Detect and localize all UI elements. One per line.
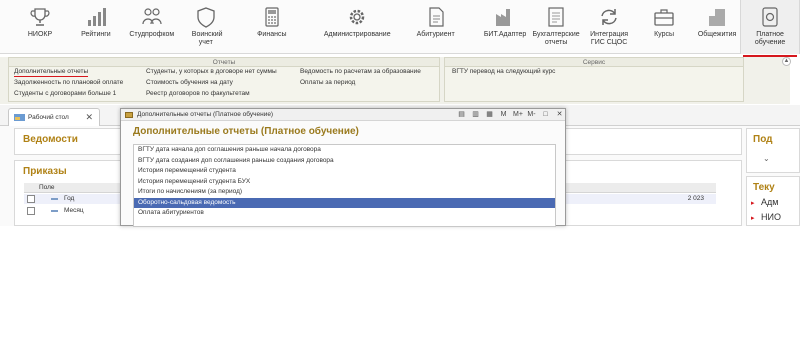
row-checkbox[interactable] [27, 207, 35, 215]
people-icon [142, 8, 162, 25]
bullet-icon: ▸ [751, 215, 755, 222]
list-item[interactable]: ВГТУ дата создания доп соглашения раньше… [134, 156, 555, 167]
section-accounting[interactable]: Бухгалтерские отчеты [528, 0, 584, 54]
section-military[interactable]: Воинский учет [191, 0, 223, 54]
section-dorms[interactable]: Общежития [694, 0, 740, 54]
report-icon [548, 7, 564, 27]
briefcase-icon [654, 9, 674, 26]
form-icon [125, 112, 133, 118]
dialog-titlebar: Дополнительные отчеты (Платное обучение)… [121, 109, 565, 121]
cmd-students-contracts[interactable]: Студенты с договорами больше 1 [14, 90, 116, 97]
field-marker-icon [51, 210, 58, 212]
cmd-settlement-statement[interactable]: Ведомость по расчетам за образование [300, 68, 421, 75]
dialog-heading: Дополнительные отчеты (Платное обучение) [133, 126, 359, 137]
shield-icon [197, 7, 215, 28]
additional-reports-dialog: Дополнительные отчеты (Платное обучение)… [120, 108, 566, 227]
service-group: Сервис [444, 57, 744, 102]
cmd-debt-planned[interactable]: Задолженность по плановой оплате [14, 79, 123, 86]
prikazy-title[interactable]: Приказы [23, 166, 67, 177]
right-list-item[interactable]: Адм [761, 197, 778, 207]
list-item[interactable]: История перемещений студента [134, 166, 555, 177]
list-item[interactable]: Оплата абитуриентов [134, 208, 555, 219]
dialog-title: Дополнительные отчеты (Платное обучение) [137, 111, 274, 118]
list-item[interactable]: ВГТУ дата начала доп соглашения раньше н… [134, 145, 555, 156]
field-marker-icon [51, 198, 58, 200]
building-icon [709, 9, 726, 26]
section-label: Курсы [654, 31, 675, 38]
sections-panel: НИОКР Рейтинги Студпрофком Воинский учет… [0, 0, 800, 57]
tab-label: Рабочий стол [28, 114, 69, 121]
section-label: Интеграция ГИС СЦОС [590, 31, 629, 46]
trophy-icon [30, 8, 50, 26]
bar-chart-icon [87, 8, 106, 26]
row-label: Год [64, 195, 75, 202]
list-item[interactable]: Итоги по начислениям (за период) [134, 187, 555, 198]
bullet-icon: ▸ [751, 200, 755, 207]
reports-group-header: Отчеты [9, 58, 439, 67]
scroll-up-icon[interactable]: ▲ [782, 57, 791, 66]
section-label: Администрирование [323, 31, 391, 38]
section-label: Абитуриент [416, 31, 455, 38]
right-panel-top: Под ⌄ [746, 128, 800, 173]
right-list-item[interactable]: НИО [761, 212, 781, 222]
close-icon[interactable]: ✕ [555, 110, 564, 119]
section-ratings[interactable]: Рейтинги [80, 0, 112, 54]
tab-desktop[interactable]: Рабочий стол ✕ [8, 108, 100, 126]
calc-icon[interactable]: ▦ [485, 110, 494, 119]
cmd-no-sum[interactable]: Студенты, у которых в договоре нет суммы [146, 68, 277, 75]
desktop-icon [14, 114, 25, 121]
section-abiturient[interactable]: Абитуриент [389, 0, 482, 54]
grid-column-field[interactable]: Поле [39, 184, 55, 191]
section-niokr[interactable]: НИОКР [0, 0, 80, 54]
chevron-down-icon[interactable]: ⌄ [763, 154, 770, 163]
section-bit[interactable]: БИТ.Адаптер [482, 0, 528, 54]
vedomosti-title[interactable]: Ведомости [23, 134, 78, 145]
right-panel-current-title: Теку [753, 182, 775, 193]
row-label: Месяц [64, 207, 84, 214]
section-label: Платное обучение [754, 31, 786, 46]
section-studprofkom[interactable]: Студпрофком [112, 0, 192, 54]
factory-icon [496, 9, 511, 26]
maximize-icon[interactable]: □ [541, 110, 550, 119]
section-label: БИТ.Адаптер [483, 31, 527, 38]
close-icon[interactable]: ✕ [85, 112, 93, 123]
section-finance[interactable]: Финансы [220, 0, 324, 54]
section-label: Бухгалтерские отчеты [532, 31, 580, 46]
cmd-cost-on-date[interactable]: Стоимость обучения на дату [146, 79, 233, 86]
section-label: Рейтинги [81, 31, 111, 38]
list-item-selected[interactable]: Оборотно-сальдовая ведомость [134, 197, 555, 208]
row-checkbox[interactable] [27, 195, 35, 203]
service-group-header: Сервис [445, 58, 743, 67]
section-label: Общежития [697, 31, 737, 38]
section-label: НИОКР [27, 31, 53, 38]
list-icon[interactable]: ▤ [457, 110, 466, 119]
memory-plus-button[interactable]: M+ [513, 110, 523, 119]
gear-icon [349, 9, 364, 25]
cmd-additional-reports[interactable]: Дополнительные отчеты [14, 68, 89, 77]
right-panel-title: Под [753, 134, 773, 145]
cmd-payments-period[interactable]: Оплаты за период [300, 79, 355, 86]
section-label: Финансы [257, 31, 287, 38]
report-list[interactable]: ВГТУ дата начала доп соглашения раньше н… [133, 144, 556, 227]
section-gis[interactable]: Интеграция ГИС СЦОС [584, 0, 634, 54]
right-panel-current: Теку ▸ Адм ▸ НИО [746, 176, 800, 226]
cmd-transfer-course[interactable]: ВГТУ перевод на следующий курс [452, 68, 555, 75]
memory-button[interactable]: M [499, 110, 508, 119]
commands-panel: Отчеты Сервис Дополнительные отчеты Задо… [0, 57, 791, 121]
section-admin[interactable]: Администрирование [323, 0, 391, 54]
document-icon [429, 7, 444, 27]
sync-icon [601, 9, 617, 25]
section-label: Воинский учет [191, 31, 223, 46]
calculator-icon [265, 7, 279, 27]
section-paid[interactable]: Платное обучение [740, 0, 800, 57]
report-icon[interactable]: ▥ [471, 110, 480, 119]
money-icon [762, 7, 778, 27]
memory-minus-button[interactable]: M- [527, 110, 536, 119]
list-item[interactable]: История перемещений студента БУХ [134, 177, 555, 188]
cmd-registry-faculty[interactable]: Реестр договоров по факультетам [146, 90, 250, 97]
section-label: Студпрофком [129, 31, 175, 38]
section-courses[interactable]: Курсы [634, 0, 694, 54]
row-value: 2 023 [687, 195, 704, 202]
